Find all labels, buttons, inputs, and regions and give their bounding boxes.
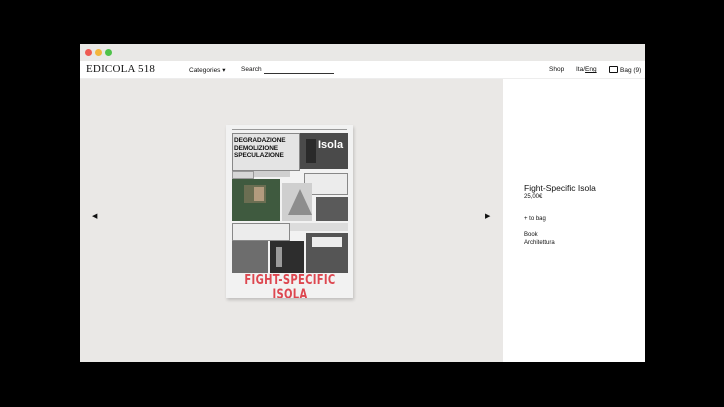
book-cover-image: DEGRADAZIONE DEMOLIZIONE SPECULAZIONE Is… [226,125,353,298]
product-category-link[interactable]: Architettura [524,240,555,246]
previous-image-arrow-icon[interactable]: ◀ [92,212,97,220]
shop-link[interactable]: Shop [549,66,564,73]
product-price: 25,00€ [524,194,543,200]
product-gallery: ◀ ▶ DEGRADAZIONE DEMOLIZIONE SPECULAZION… [80,79,503,362]
product-type-link[interactable]: Book [524,232,538,238]
close-window-button[interactable] [85,49,92,56]
bag-icon [609,66,618,73]
bag-button[interactable]: Bag (9) [609,66,641,74]
product-title: Fight-Specific Isola [524,183,596,193]
site-header: EDICOLA 518 Categories ▾ Search Shop Ita… [80,61,645,79]
next-image-arrow-icon[interactable]: ▶ [485,212,490,220]
search-label: Search [241,66,262,73]
cover-title: FIGHT-SPECIFIC ISOLA [244,273,336,298]
window-titlebar [80,44,645,61]
categories-menu[interactable]: Categories ▾ [189,66,226,74]
site-logo[interactable]: EDICOLA 518 [86,63,155,75]
cover-headline: DEGRADAZIONE DEMOLIZIONE SPECULAZIONE [234,137,286,159]
search-input[interactable] [264,65,334,74]
browser-window: EDICOLA 518 Categories ▾ Search Shop Ita… [80,44,645,362]
product-info-panel: Fight-Specific Isola 25,00€ + to bag Boo… [503,79,645,362]
maximize-window-button[interactable] [105,49,112,56]
minimize-window-button[interactable] [95,49,102,56]
bag-label: Bag (9) [620,67,642,74]
lang-eng-link[interactable]: Eng [585,66,597,73]
cover-isola-word: Isola [318,139,344,151]
add-to-bag-button[interactable]: + to bag [524,216,546,222]
language-switcher: Ita/Eng [576,66,597,73]
